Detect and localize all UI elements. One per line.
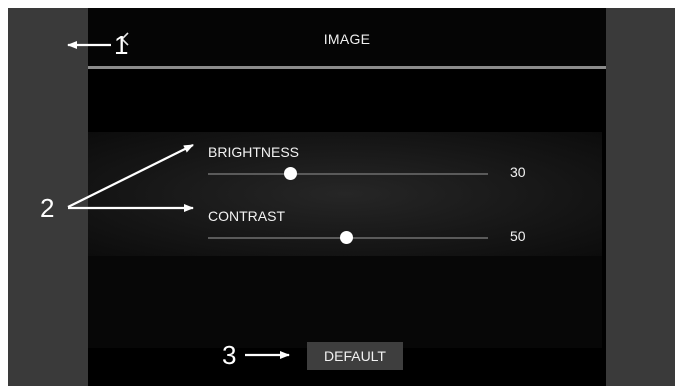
device-frame: IMAGE BRIGHTNESS 30 CONTRAST 50 DEFAULT [8, 8, 675, 386]
header-bar: IMAGE [88, 8, 606, 66]
callout-2: 2 [40, 193, 55, 223]
callout-3: 3 [222, 340, 237, 370]
contrast-slider-knob[interactable] [340, 231, 353, 244]
contrast-value: 50 [510, 228, 526, 244]
contrast-label: CONTRAST [208, 208, 285, 224]
default-button[interactable]: DEFAULT [307, 342, 403, 370]
header-divider [88, 66, 606, 69]
callout-1: 1 [114, 30, 129, 60]
page-title: IMAGE [323, 31, 371, 47]
settings-panel: BRIGHTNESS 30 CONTRAST 50 [88, 132, 602, 256]
brightness-value: 30 [510, 164, 526, 180]
right-bezel [606, 8, 675, 386]
brightness-slider-knob[interactable] [284, 167, 297, 180]
screen: IMAGE BRIGHTNESS 30 CONTRAST 50 DEFAULT [88, 8, 606, 386]
empty-area [88, 256, 602, 348]
brightness-slider-track[interactable] [208, 173, 488, 175]
brightness-label: BRIGHTNESS [208, 144, 300, 160]
